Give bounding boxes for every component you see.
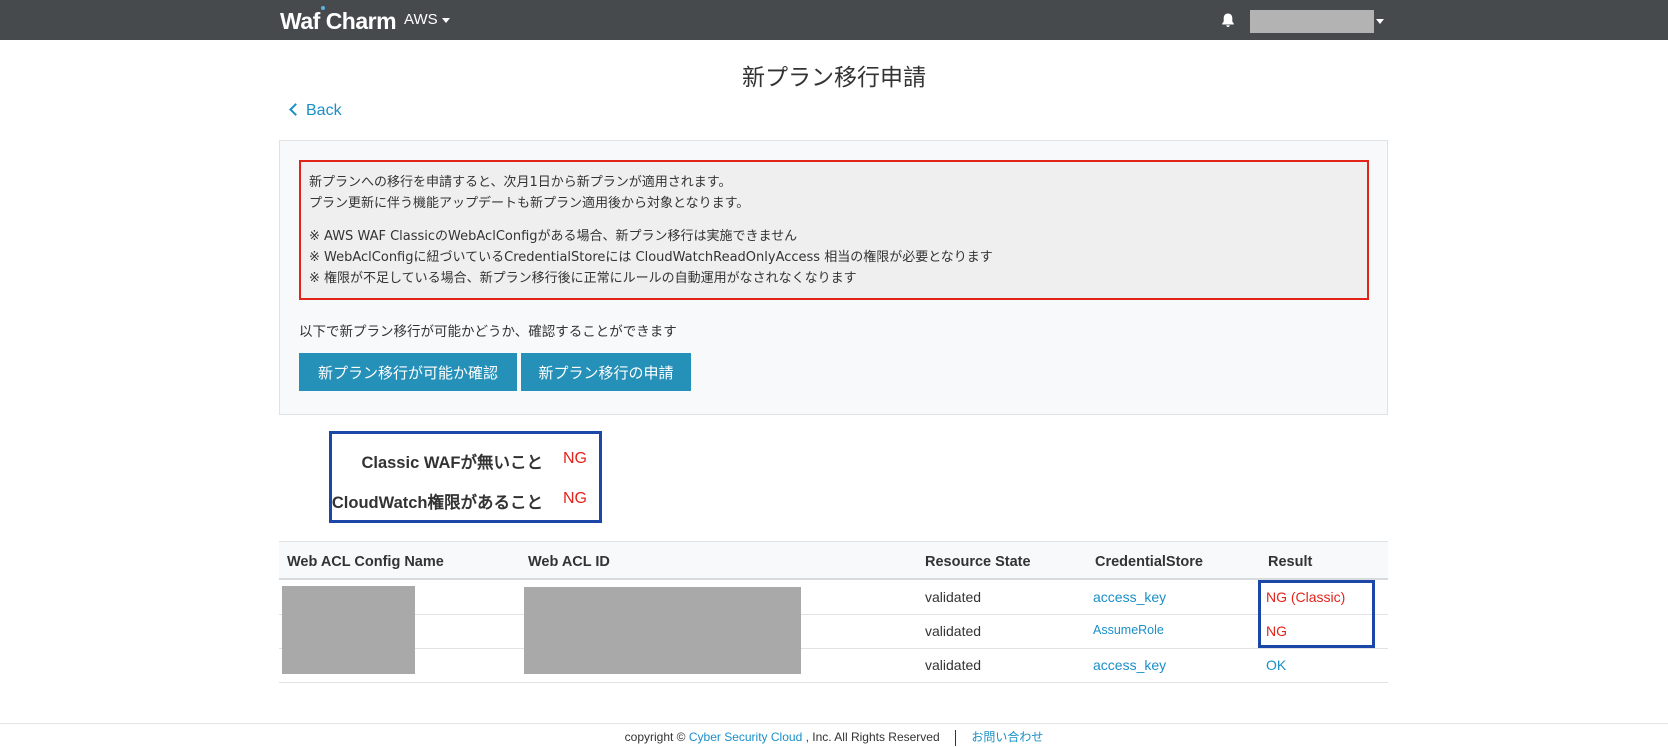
row-divider <box>279 648 1388 649</box>
footer-divider <box>0 723 1668 724</box>
chevron-down-icon[interactable] <box>1376 19 1384 24</box>
notice-note: ※ WebAclConfigに紐づいているCredentialStoreには C… <box>309 250 993 265</box>
column-header: Web ACL Config Name <box>287 554 444 570</box>
provider-label: AWS <box>404 11 438 28</box>
column-header: Result <box>1268 554 1313 570</box>
footer-separator <box>955 729 956 746</box>
contact-link[interactable]: お問い合わせ <box>971 730 1043 744</box>
config-name-redacted <box>282 586 415 674</box>
result-highlight-box <box>1258 580 1375 648</box>
acl-id-redacted <box>524 587 801 674</box>
apply-migration-button[interactable]: 新プラン移行の申請 <box>521 353 691 391</box>
column-header: CredentialStore <box>1095 554 1203 570</box>
column-header: Web ACL ID <box>528 554 610 570</box>
footer: copyright © Cyber Security Cloud , Inc. … <box>0 728 1668 746</box>
credential-store-link[interactable]: AssumeRole <box>1093 623 1164 637</box>
check-result: NG <box>563 490 587 507</box>
copyright-prefix: copyright © <box>624 730 686 744</box>
notice-box: 新プランへの移行を申請すると、次月1日から新プランが適用されます。 プラン更新に… <box>299 160 1369 300</box>
page-title: 新プラン移行申請 <box>742 65 926 91</box>
top-navbar: Waf Charm AWS <box>0 0 1668 40</box>
result-value: OK <box>1266 657 1287 673</box>
check-eligibility-button[interactable]: 新プラン移行が可能か確認 <box>299 353 517 391</box>
check-label: CloudWatch権限があること <box>331 494 543 512</box>
notice-line: プラン更新に伴う機能アップデートも新プラン適用後から対象となります。 <box>309 196 750 211</box>
user-name-redacted[interactable] <box>1250 10 1374 33</box>
check-description: 以下で新プラン移行が可能かどうか、確認することができます <box>299 324 677 340</box>
resource-state: validated <box>925 623 982 639</box>
bell-icon[interactable] <box>1220 12 1236 28</box>
back-link[interactable]: Back <box>289 102 342 120</box>
credential-store-link[interactable]: access_key <box>1093 657 1166 673</box>
table-header: Web ACL Config Name Web ACL ID Resource … <box>279 541 1388 580</box>
row-divider <box>279 614 1388 615</box>
provider-dropdown[interactable]: AWS <box>404 11 450 28</box>
chevron-down-icon <box>441 17 450 23</box>
check-label: Classic WAFが無いこと <box>361 454 543 472</box>
notice-line: 新プランへの移行を申請すると、次月1日から新プランが適用されます。 <box>309 175 732 190</box>
resource-state: validated <box>925 589 982 605</box>
copyright-suffix: , Inc. All Rights Reserved <box>805 730 940 744</box>
notice-note: ※ 権限が不足している場合、新プラン移行後に正常にルールの自動運用がなされなくな… <box>309 271 857 286</box>
credential-store-link[interactable]: access_key <box>1093 589 1166 605</box>
chevron-left-icon <box>289 103 302 116</box>
logo-dot <box>321 6 325 10</box>
row-divider <box>279 682 1388 683</box>
check-results-box: Classic WAFが無いこと NG CloudWatch権限があること NG <box>329 431 602 523</box>
logo-text: Waf Charm <box>280 8 397 34</box>
back-label: Back <box>306 102 342 119</box>
check-result: NG <box>563 450 587 467</box>
company-link[interactable]: Cyber Security Cloud <box>689 730 802 744</box>
notice-note: ※ AWS WAF ClassicのWebAclConfigがある場合、新プラン… <box>309 229 798 244</box>
waf-charm-logo[interactable]: Waf Charm <box>280 6 397 35</box>
resource-state: validated <box>925 657 982 673</box>
column-header: Resource State <box>925 554 1031 570</box>
